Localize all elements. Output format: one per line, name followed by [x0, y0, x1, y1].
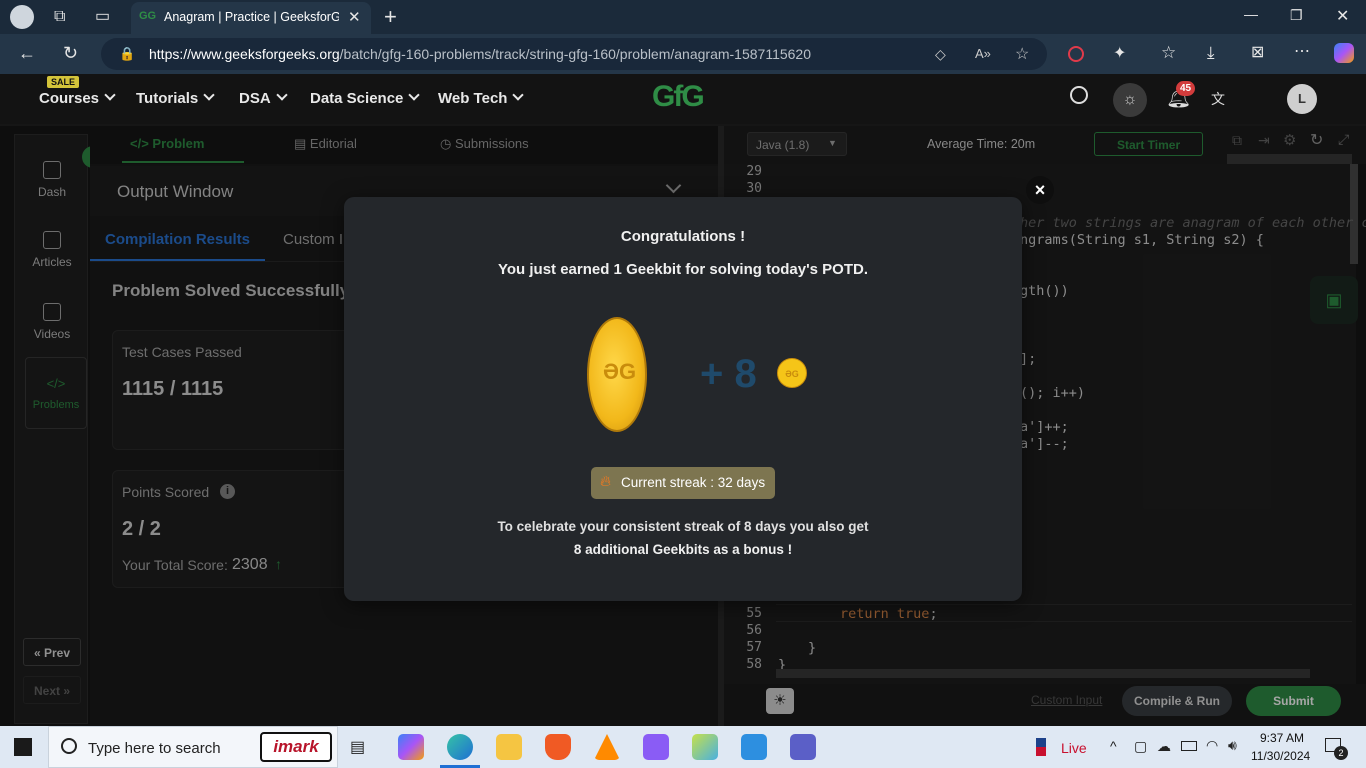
more-menu-icon[interactable]: ⋯ — [1294, 44, 1310, 60]
edge-app-icon[interactable] — [447, 734, 473, 760]
nav-dsa-label: DSA — [239, 90, 271, 107]
volume-icon[interactable]: 🔊︎ — [1228, 737, 1237, 754]
restore-icon[interactable]: ❐ — [1290, 7, 1303, 24]
user-avatar[interactable]: L — [1287, 84, 1317, 114]
search-icon — [61, 738, 77, 754]
extension-red-icon[interactable] — [1068, 46, 1084, 62]
gfg-logo[interactable]: GfG — [652, 80, 705, 114]
url-domain: https://www.geeksforgeeks.org — [149, 46, 340, 62]
favorites-icon[interactable]: ☆ — [1161, 44, 1176, 61]
site-nav: SALE Courses Tutorials DSA Data Science … — [0, 74, 1366, 124]
windows-taskbar: Type here to search imark ▤ Live ^ ▢ ☁ ◠… — [0, 726, 1366, 768]
windows-start-icon[interactable] — [14, 738, 32, 756]
window-close-icon[interactable]: ✕ — [1336, 6, 1349, 26]
chevron-down-icon — [408, 89, 421, 101]
geekbit-coin-small-icon: ƏG — [777, 358, 807, 388]
tag-icon[interactable]: ◇ — [935, 46, 946, 63]
streak-badge: 🔥︎ Current streak : 32 days — [591, 467, 775, 499]
search-icon[interactable] — [1070, 86, 1088, 104]
lock-icon: 🔒 — [119, 46, 136, 61]
chevron-down-icon — [276, 89, 288, 101]
tab-close-icon[interactable]: ✕ — [348, 8, 361, 26]
fire-icon: 🔥︎ — [600, 473, 612, 490]
live-text[interactable]: Live — [1061, 740, 1087, 756]
screenshot-icon[interactable]: ⊠ — [1251, 45, 1264, 61]
snipping-tool-icon[interactable] — [692, 734, 718, 760]
chevron-down-icon — [203, 89, 215, 101]
battery-icon[interactable] — [1181, 741, 1197, 751]
nav-tutorials-label: Tutorials — [136, 90, 199, 107]
geekbit-coin-large-icon: ƏG — [587, 317, 647, 432]
read-aloud-icon[interactable]: A» — [975, 46, 991, 61]
back-icon[interactable]: ← — [18, 44, 36, 62]
tab-title: Anagram | Practice | GeeksforGee — [164, 10, 339, 24]
nba-icon — [1036, 738, 1046, 756]
address-bar: ← ↻ 🔒 https://www.geeksforgeeks.org/batc… — [0, 34, 1366, 74]
nav-data-science-label: Data Science — [310, 90, 404, 107]
file-explorer-icon[interactable] — [496, 734, 522, 760]
extensions-icon[interactable]: ✦ — [1113, 46, 1126, 62]
nav-web-tech-label: Web Tech — [438, 90, 508, 107]
nav-courses-label: Courses — [39, 90, 100, 107]
modal-close-button[interactable]: × — [1026, 176, 1054, 204]
nav-dsa[interactable]: DSA — [239, 89, 288, 107]
task-view-icon[interactable]: ▤ — [350, 737, 365, 757]
streak-text: Current streak : 32 days — [621, 475, 766, 490]
translate-icon[interactable]: 文 — [1211, 89, 1225, 109]
downloads-icon[interactable]: ⤓ — [1207, 44, 1215, 61]
chevron-down-icon — [512, 89, 525, 101]
onedrive-icon[interactable]: ☁ — [1157, 738, 1171, 755]
imark-logo[interactable]: imark — [260, 732, 332, 762]
tab-actions-icon[interactable]: ▭ — [95, 9, 110, 25]
url-text: https://www.geeksforgeeks.org/batch/gfg-… — [149, 46, 811, 62]
brave-app-icon[interactable] — [545, 734, 571, 760]
meet-now-icon[interactable]: ▢ — [1134, 738, 1147, 755]
minimize-icon[interactable]: — — [1244, 6, 1258, 22]
refresh-icon[interactable]: ↻ — [63, 44, 78, 62]
chevron-down-icon — [104, 89, 116, 101]
nav-web-tech[interactable]: Web Tech — [438, 89, 525, 107]
modal-subtitle: You just earned 1 Geekbit for solving to… — [497, 261, 869, 278]
nav-tutorials[interactable]: Tutorials — [136, 89, 215, 107]
visual-studio-icon[interactable] — [643, 734, 669, 760]
wifi-icon[interactable]: ◠ — [1206, 737, 1218, 754]
nav-courses[interactable]: Courses — [39, 89, 116, 107]
modal-title: Congratulations ! — [620, 228, 746, 245]
browser-tab-active[interactable]: GG Anagram | Practice | GeeksforGee ✕ — [131, 2, 371, 34]
theme-toggle-icon[interactable]: ☼ — [1113, 83, 1147, 117]
favorite-star-icon[interactable]: ☆ — [1015, 44, 1029, 64]
browser-tab-bar: ⧉ ▭ GG Anagram | Practice | GeeksforGee … — [0, 0, 1366, 34]
chevron-up-icon[interactable]: ^ — [1110, 738, 1117, 754]
bonus-text-line2: 8 additional Geekbits as a bonus ! — [573, 542, 793, 557]
bonus-text-line1: To celebrate your consistent streak of 8… — [497, 519, 869, 534]
gfg-favicon-icon: GG — [139, 10, 157, 22]
search-placeholder: Type here to search — [88, 740, 221, 757]
clock-time[interactable]: 9:37 AM — [1260, 731, 1304, 745]
teams-app-icon[interactable] — [790, 734, 816, 760]
url-path: /batch/gfg-160-problems/track/string-gfg… — [339, 46, 812, 62]
nav-data-science[interactable]: Data Science — [310, 89, 421, 107]
notification-center-count: 2 — [1334, 746, 1348, 760]
vlc-app-icon[interactable] — [594, 734, 620, 760]
url-field[interactable]: 🔒 https://www.geeksforgeeks.org/batch/gf… — [101, 38, 1047, 70]
bonus-geekbits-label: + 8 — [700, 352, 757, 396]
profile-avatar[interactable] — [10, 5, 34, 29]
copilot-icon[interactable] — [1334, 43, 1354, 63]
new-tab-button[interactable]: + — [384, 4, 397, 30]
notification-count-badge: 45 — [1176, 81, 1196, 96]
copilot-app-icon[interactable] — [398, 734, 424, 760]
sale-badge: SALE — [47, 76, 80, 88]
workspaces-icon[interactable]: ⧉ — [54, 9, 65, 25]
clock-date[interactable]: 11/30/2024 — [1251, 749, 1310, 763]
vscode-app-icon[interactable] — [741, 734, 767, 760]
coin-logo: ƏG — [603, 359, 637, 384]
geekbit-modal: Congratulations ! You just earned 1 Geek… — [344, 197, 1022, 601]
